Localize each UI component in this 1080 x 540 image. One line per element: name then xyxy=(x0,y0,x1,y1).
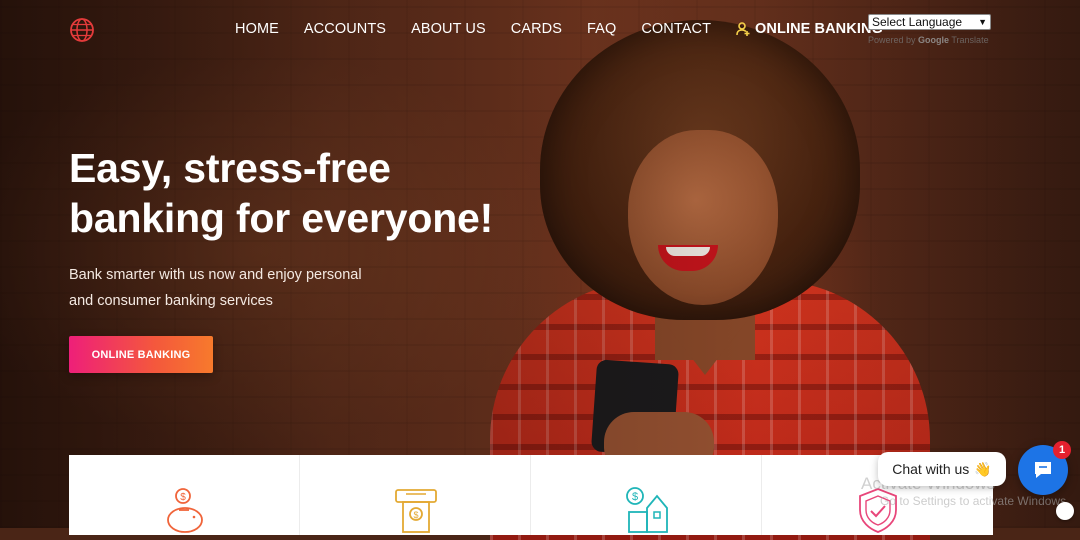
chat-unread-badge: 1 xyxy=(1053,441,1071,459)
feature-card-savings[interactable]: $ xyxy=(69,455,300,535)
chat-greeting-text: Chat with us xyxy=(892,461,970,477)
language-select[interactable]: Select Language ▼ xyxy=(868,14,991,30)
hero-title-line-1: Easy, stress-free xyxy=(69,145,391,191)
feature-cards: $ $ $ xyxy=(69,455,993,535)
powered-by-text: Powered by xyxy=(868,35,916,45)
hero-subtitle-line-1: Bank smarter with us now and enjoy perso… xyxy=(69,267,362,283)
chat-icon xyxy=(1035,462,1051,478)
nav-online-banking-label: ONLINE BANKING xyxy=(755,21,883,37)
feature-card-mortgage[interactable]: $ xyxy=(531,455,762,535)
nav-cards[interactable]: CARDS xyxy=(511,21,562,37)
online-banking-button[interactable]: ONLINE BANKING xyxy=(69,336,213,373)
google-translate-credit: Powered by Google Translate xyxy=(868,35,989,45)
language-select-value: Select Language xyxy=(872,15,963,29)
svg-text:$: $ xyxy=(413,510,418,520)
nav-faq[interactable]: FAQ xyxy=(587,21,616,37)
feature-card-atm[interactable]: $ xyxy=(300,455,531,535)
user-add-icon xyxy=(736,22,750,36)
atm-icon: $ xyxy=(395,489,437,533)
hero-subtitle: Bank smarter with us now and enjoy perso… xyxy=(69,262,429,314)
hero-title-line-2: banking for everyone! xyxy=(69,195,494,241)
nav-accounts[interactable]: ACCOUNTS xyxy=(304,21,386,37)
svg-text:$: $ xyxy=(632,491,638,503)
google-text: Google xyxy=(918,35,950,45)
activate-windows-subtitle: Go to Settings to activate Windows. xyxy=(880,494,1070,508)
translate-link[interactable]: Translate xyxy=(951,35,988,45)
hero-subtitle-line-2: and consumer banking services xyxy=(69,293,273,309)
chat-greeting-bubble[interactable]: Chat with us 👋 xyxy=(878,452,1006,486)
svg-text:$: $ xyxy=(180,492,186,503)
nav-online-banking[interactable]: ONLINE BANKING xyxy=(736,21,883,37)
globe-logo-icon[interactable] xyxy=(69,17,95,43)
main-nav: HOME ACCOUNTS ABOUT US CARDS FAQ CONTACT… xyxy=(235,19,883,39)
hero-title: Easy, stress-free banking for everyone! xyxy=(69,143,589,243)
money-house-icon: $ xyxy=(626,487,668,533)
nav-home[interactable]: HOME xyxy=(235,21,279,37)
piggy-bank-icon: $ xyxy=(167,488,203,533)
waving-hand-icon: 👋 xyxy=(974,460,992,477)
chevron-down-icon: ▼ xyxy=(978,17,987,27)
assistant-mini-icon[interactable] xyxy=(1056,502,1074,520)
nav-about-us[interactable]: ABOUT US xyxy=(411,21,486,37)
nav-contact[interactable]: CONTACT xyxy=(641,21,711,37)
